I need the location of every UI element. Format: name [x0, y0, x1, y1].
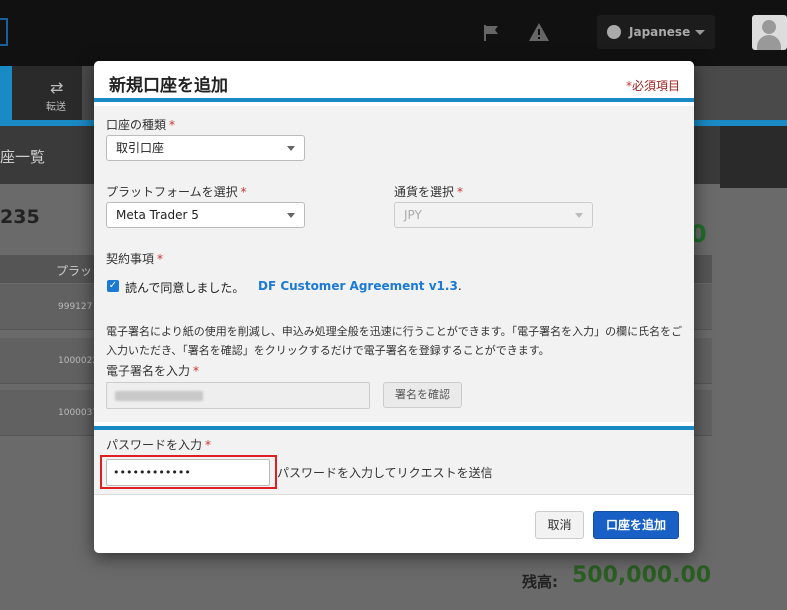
avatar-head [762, 20, 776, 34]
account-type-select[interactable]: 取引口座 [106, 135, 305, 161]
nav-item-transfer[interactable]: ⇄ 転送 [12, 66, 82, 120]
modal-title: 新規口座を追加 [109, 76, 228, 96]
signature-input[interactable] [106, 382, 370, 409]
chevron-down-icon [287, 146, 295, 151]
nav-item-transfer-label: 転送 [46, 102, 66, 113]
cancel-button[interactable]: 取消 [535, 511, 584, 539]
modal-header: 新規口座を追加 *必須項目 [94, 61, 694, 102]
section-title: 座一覧 [0, 148, 46, 166]
password-hint: パスワードを入力してリクエストを送信 [277, 466, 493, 480]
flag-icon[interactable] [482, 24, 500, 42]
password-label: パスワードを入力 * [106, 438, 212, 452]
row-account-id: 999127 [58, 302, 93, 312]
add-account-button[interactable]: 口座を追加 [593, 511, 679, 539]
row-account-id: 1000022 [58, 356, 99, 366]
account-details-section: 口座の種類 * 取引口座 プラットフォームを選択 * Meta Trader 5 通… [94, 106, 694, 422]
top-bar: Japanese [0, 0, 787, 66]
language-label: Japanese [629, 25, 691, 39]
platform-label: プラットフォームを選択 * [106, 185, 247, 199]
agree-checkbox[interactable]: ✓ [107, 280, 119, 292]
confirm-signature-button[interactable]: 署名を確認 [383, 382, 462, 408]
user-avatar-button[interactable] [752, 15, 787, 50]
required-note: *必須項目 [625, 79, 680, 93]
signature-description: 電子署名により紙の使用を削減し、申込み処理全般を迅速に行うことができます。「電子… [106, 325, 683, 357]
currency-select[interactable]: JPY [394, 202, 593, 228]
logo [0, 18, 8, 46]
modal-footer: 取消 口座を追加 [94, 494, 694, 553]
transfer-icon: ⇄ [50, 78, 64, 97]
agreement-link[interactable]: DF Customer Agreement v1.3. [258, 279, 462, 293]
account-type-label: 口座の種類 * [106, 118, 176, 132]
globe-icon [607, 25, 621, 39]
chevron-down-icon [695, 30, 705, 35]
warning-icon[interactable] [528, 22, 550, 42]
signature-label: 電子署名を入力 * [106, 364, 200, 378]
terms-label: 契約事項 * [106, 252, 164, 266]
password-input[interactable]: •••••••••••• [106, 459, 270, 486]
balance-value: 500,000.00 [572, 563, 712, 588]
signature-value-redacted [115, 391, 203, 401]
chevron-down-icon [575, 213, 583, 218]
currency-label: 通貨を選択 * [394, 185, 464, 199]
balance-label: 残高: [522, 573, 558, 591]
account-number: 235 [0, 206, 40, 228]
agree-text: 読んで同意しました。 [125, 281, 245, 295]
password-section: パスワードを入力 * •••••••••••• パスワードを入力してリクエストを送… [94, 426, 694, 494]
platform-select[interactable]: Meta Trader 5 [106, 202, 305, 228]
chart-tab[interactable] [720, 126, 787, 188]
add-account-modal: 新規口座を追加 *必須項目 口座の種類 * 取引口座 プラットフォームを選択 * M… [94, 61, 694, 553]
nav-accent [0, 66, 12, 120]
chevron-down-icon [287, 213, 295, 218]
column-header-platform: プラッ [56, 264, 93, 278]
row-account-id: 1000037 [58, 408, 99, 418]
language-select[interactable]: Japanese [597, 15, 715, 49]
avatar-body [757, 35, 781, 50]
